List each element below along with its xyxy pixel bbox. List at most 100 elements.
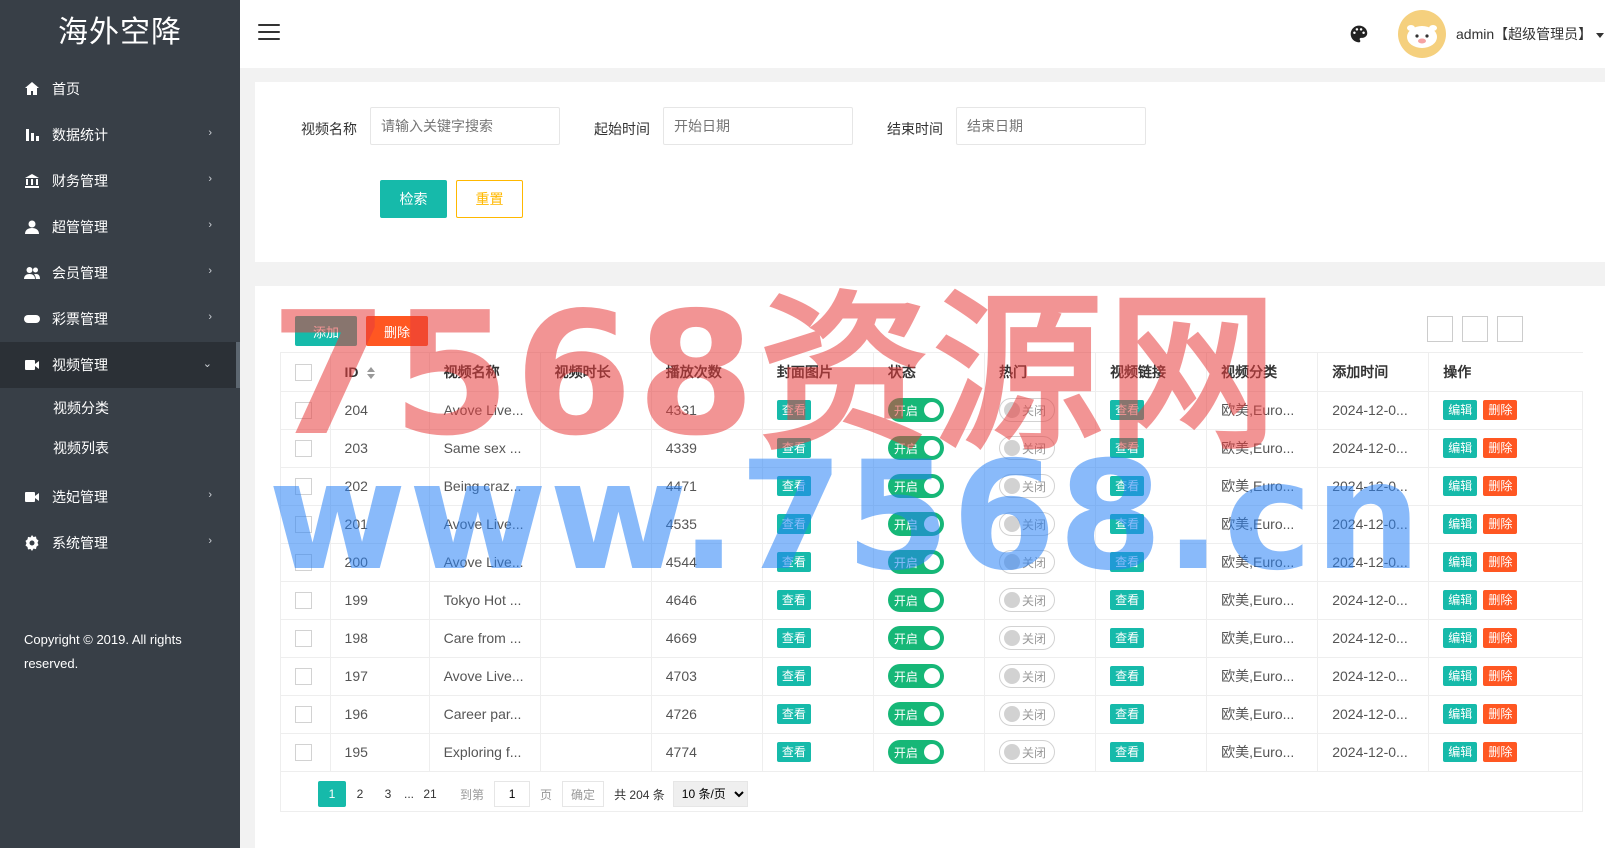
status-toggle[interactable]: 开启	[887, 626, 944, 650]
end-date-input[interactable]	[956, 107, 1146, 145]
reset-button[interactable]: 重置	[456, 180, 523, 218]
view-link-button[interactable]: 查看	[1110, 552, 1145, 572]
delete-button[interactable]: 删除	[1483, 666, 1518, 686]
hot-toggle[interactable]: 关闭	[998, 474, 1055, 498]
status-toggle[interactable]: 开启	[887, 740, 944, 764]
view-link-button[interactable]: 查看	[1110, 666, 1145, 686]
page-size-select[interactable]: 10 条/页	[672, 781, 748, 807]
add-button[interactable]: 添加	[295, 316, 357, 346]
row-checkbox[interactable]	[295, 743, 312, 761]
select-all-checkbox[interactable]	[295, 363, 312, 381]
hot-toggle[interactable]: 关闭	[998, 702, 1055, 726]
sidebar-item-members[interactable]: 会员管理 ›	[0, 250, 240, 296]
page-link[interactable]: 2	[346, 781, 374, 807]
row-checkbox[interactable]	[295, 439, 312, 457]
hot-toggle[interactable]: 关闭	[998, 664, 1055, 688]
row-checkbox[interactable]	[295, 553, 312, 571]
view-link-button[interactable]: 查看	[1110, 742, 1145, 762]
status-toggle[interactable]: 开启	[887, 664, 944, 688]
goto-page-input[interactable]	[494, 781, 531, 807]
status-toggle[interactable]: 开启	[887, 436, 944, 460]
row-checkbox[interactable]	[295, 667, 312, 685]
edit-button[interactable]: 编辑	[1443, 742, 1478, 762]
columns-filter-icon[interactable]	[1427, 316, 1453, 342]
sort-icon[interactable]	[366, 367, 375, 380]
hot-toggle[interactable]: 关闭	[998, 398, 1055, 422]
status-toggle[interactable]: 开启	[887, 550, 944, 574]
edit-button[interactable]: 编辑	[1443, 628, 1478, 648]
sidebar-subitem-video-list[interactable]: 视频列表	[0, 428, 240, 468]
row-checkbox[interactable]	[295, 705, 312, 723]
goto-confirm-button[interactable]: 确定	[562, 781, 605, 807]
hot-toggle[interactable]: 关闭	[998, 588, 1055, 612]
view-link-button[interactable]: 查看	[1110, 400, 1145, 420]
status-toggle[interactable]: 开启	[887, 588, 944, 612]
delete-button[interactable]: 删除	[1483, 590, 1518, 610]
row-checkbox[interactable]	[295, 515, 312, 533]
sidebar-item-system[interactable]: 系统管理 ›	[0, 520, 240, 566]
view-cover-button[interactable]: 查看	[776, 628, 811, 648]
view-cover-button[interactable]: 查看	[776, 514, 811, 534]
hot-toggle[interactable]: 关闭	[998, 740, 1055, 764]
view-link-button[interactable]: 查看	[1110, 476, 1145, 496]
delete-button[interactable]: 删除	[1483, 514, 1518, 534]
hot-toggle[interactable]: 关闭	[998, 436, 1055, 460]
edit-button[interactable]: 编辑	[1443, 552, 1478, 572]
user-menu[interactable]: admin【超级管理员】	[1456, 24, 1605, 44]
edit-button[interactable]: 编辑	[1443, 666, 1478, 686]
sidebar-item-finance[interactable]: 财务管理 ›	[0, 158, 240, 204]
hot-toggle[interactable]: 关闭	[998, 512, 1055, 536]
view-cover-button[interactable]: 查看	[776, 552, 811, 572]
view-link-button[interactable]: 查看	[1110, 438, 1145, 458]
row-checkbox[interactable]	[295, 477, 312, 495]
view-cover-button[interactable]: 查看	[776, 666, 811, 686]
view-cover-button[interactable]: 查看	[776, 438, 811, 458]
edit-button[interactable]: 编辑	[1443, 590, 1478, 610]
view-link-button[interactable]: 查看	[1110, 514, 1145, 534]
view-link-button[interactable]: 查看	[1110, 704, 1145, 724]
sidebar-item-stats[interactable]: 数据统计 ›	[0, 112, 240, 158]
batch-delete-button[interactable]: 删除	[366, 316, 428, 346]
sidebar-item-concubine[interactable]: 选妃管理 ›	[0, 474, 240, 520]
view-cover-button[interactable]: 查看	[776, 704, 811, 724]
sidebar-subitem-video-category[interactable]: 视频分类	[0, 388, 240, 428]
search-button[interactable]: 检索	[380, 180, 447, 218]
sidebar-item-admin[interactable]: 超管管理 ›	[0, 204, 240, 250]
sidebar-item-home[interactable]: 首页	[0, 66, 240, 112]
row-checkbox[interactable]	[295, 401, 312, 419]
hot-toggle[interactable]: 关闭	[998, 626, 1055, 650]
edit-button[interactable]: 编辑	[1443, 514, 1478, 534]
menu-toggle-icon[interactable]	[258, 24, 280, 42]
edit-button[interactable]: 编辑	[1443, 704, 1478, 724]
col-header-id[interactable]: ID	[330, 353, 430, 392]
status-toggle[interactable]: 开启	[887, 398, 944, 422]
status-toggle[interactable]: 开启	[887, 474, 944, 498]
page-current[interactable]: 1	[318, 781, 346, 807]
export-icon[interactable]	[1462, 316, 1488, 342]
delete-button[interactable]: 删除	[1483, 476, 1518, 496]
edit-button[interactable]: 编辑	[1443, 476, 1478, 496]
delete-button[interactable]: 删除	[1483, 400, 1518, 420]
hot-toggle[interactable]: 关闭	[998, 550, 1055, 574]
edit-button[interactable]: 编辑	[1443, 400, 1478, 420]
delete-button[interactable]: 删除	[1483, 628, 1518, 648]
row-checkbox[interactable]	[295, 629, 312, 647]
avatar[interactable]	[1398, 10, 1446, 58]
status-toggle[interactable]: 开启	[887, 702, 944, 726]
start-date-input[interactable]	[663, 107, 853, 145]
row-checkbox[interactable]	[295, 591, 312, 609]
edit-button[interactable]: 编辑	[1443, 438, 1478, 458]
page-link[interactable]: 3	[374, 781, 402, 807]
view-cover-button[interactable]: 查看	[776, 590, 811, 610]
view-cover-button[interactable]: 查看	[776, 476, 811, 496]
page-last[interactable]: 21	[416, 781, 444, 807]
view-link-button[interactable]: 查看	[1110, 590, 1145, 610]
view-cover-button[interactable]: 查看	[776, 400, 811, 420]
delete-button[interactable]: 删除	[1483, 438, 1518, 458]
sidebar-item-lottery[interactable]: 彩票管理 ›	[0, 296, 240, 342]
view-cover-button[interactable]: 查看	[776, 742, 811, 762]
video-name-input[interactable]	[370, 107, 560, 145]
delete-button[interactable]: 删除	[1483, 704, 1518, 724]
delete-button[interactable]: 删除	[1483, 552, 1518, 572]
delete-button[interactable]: 删除	[1483, 742, 1518, 762]
